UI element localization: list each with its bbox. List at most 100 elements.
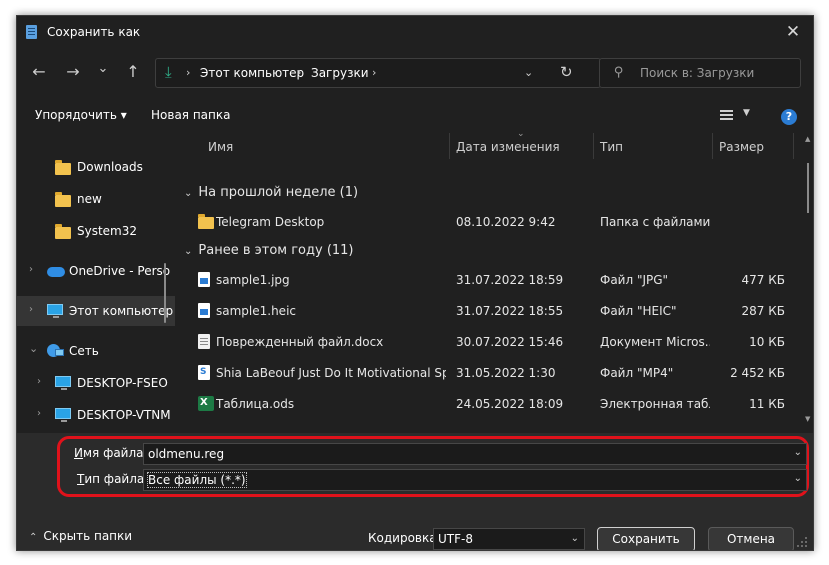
close-button[interactable]: ✕	[779, 19, 807, 45]
file-name: Поврежденный файл.docx	[216, 335, 384, 349]
filename-field[interactable]: oldmenu.reg ⌄	[143, 443, 807, 465]
save-as-dialog: Сохранить как ✕ ← → ⌄ ↑ ⤓ › Этот компьют…	[16, 15, 814, 551]
sidebar-item-downloads[interactable]: Downloads	[17, 152, 175, 182]
search-icon: ⚲	[614, 65, 624, 80]
filename-input[interactable]: oldmenu.reg	[148, 447, 224, 461]
expand-chevron-icon[interactable]: ›	[29, 304, 33, 315]
file-list: ⌄ Имя Дата изменения Тип Размер ⌄ На прош…	[178, 133, 813, 431]
file-size: 2 452 КБ	[730, 366, 785, 380]
save-button[interactable]: Сохранить	[597, 527, 695, 550]
save-panel: Имя файла: oldmenu.reg ⌄ Тип файла: Все …	[17, 433, 813, 550]
video-file-icon	[198, 365, 210, 380]
file-name: Таблица.ods	[216, 397, 295, 411]
organize-menu[interactable]: Упорядочить ▾	[35, 108, 127, 122]
up-button[interactable]: ↑	[121, 60, 145, 84]
file-size: 10 КБ	[749, 335, 785, 349]
back-button[interactable]: ←	[27, 60, 51, 84]
file-type: Папка с файлами	[600, 215, 710, 229]
filetype-value: Все файлы (*.*)	[147, 472, 247, 488]
new-folder-button[interactable]: Новая папка	[151, 108, 230, 122]
forward-button[interactable]: →	[61, 60, 85, 84]
file-row[interactable]: Таблица.ods 24.05.2022 18:09 Электронная…	[178, 388, 803, 418]
sidebar-item-desktop-vtnm[interactable]: › DESKTOP-VTNM	[17, 400, 175, 430]
breadcrumb-this-pc[interactable]: Этот компьютер	[200, 66, 304, 80]
address-bar[interactable]: ⤓ › Этот компьютер › Загрузки › ⌄ ↻	[155, 58, 601, 88]
filetype-select[interactable]: Все файлы (*.*) ⌄	[143, 469, 807, 491]
breadcrumb-separator: ›	[297, 66, 302, 79]
spreadsheet-file-icon	[198, 396, 214, 411]
file-name: Telegram Desktop	[216, 215, 325, 229]
file-type: Файл "HEIC"	[600, 304, 677, 318]
collapse-chevron-icon[interactable]: ⌄	[29, 342, 38, 355]
column-header-date[interactable]: Дата изменения	[449, 133, 594, 159]
filetype-label: Тип файла:	[77, 472, 149, 486]
file-row[interactable]: sample1.heic 31.07.2022 18:55 Файл "HEIC…	[178, 295, 803, 325]
scrollbar-thumb[interactable]	[807, 163, 809, 213]
column-header-size[interactable]: Размер	[712, 133, 794, 159]
group-header[interactable]: ⌄ Ранее в этом году (11)	[184, 243, 354, 258]
sidebar-scrollbar[interactable]	[164, 263, 166, 323]
search-input[interactable]: Поиск в: Загрузки	[640, 66, 754, 80]
hide-folders-button[interactable]: ⌃ Скрыть папки	[29, 529, 132, 543]
onedrive-icon	[47, 267, 65, 277]
image-file-icon	[198, 272, 210, 287]
expand-chevron-icon[interactable]: ›	[29, 264, 33, 275]
folder-icon	[55, 192, 71, 207]
sidebar-item-label: new	[77, 192, 102, 206]
sidebar-item-onedrive[interactable]: › OneDrive - Perso	[17, 256, 175, 286]
sidebar-item-new[interactable]: new	[17, 184, 175, 214]
command-bar: Упорядочить ▾ Новая папка ▼ ?	[17, 104, 813, 130]
recent-locations-button[interactable]: ⌄	[91, 57, 115, 81]
sidebar-item-label: Этот компьютер	[69, 304, 174, 318]
sidebar-item-this-pc[interactable]: › Этот компьютер	[17, 296, 175, 326]
view-options-icon[interactable]	[720, 110, 733, 122]
chevron-down-icon[interactable]: ⌄	[794, 473, 802, 484]
address-dropdown-icon[interactable]: ⌄	[524, 66, 533, 79]
dialog-title: Сохранить как	[47, 25, 141, 39]
sidebar-item-label: DESKTOP-FSEO	[77, 376, 168, 390]
chevron-down-icon[interactable]: ⌄	[571, 533, 579, 544]
file-type: Документ Micros...	[600, 335, 710, 349]
encoding-value: UTF-8	[438, 532, 473, 546]
column-header-name[interactable]: Имя	[201, 133, 450, 159]
file-date: 24.05.2022 18:09	[456, 397, 564, 411]
word-file-icon	[198, 334, 210, 349]
encoding-select[interactable]: UTF-8 ⌄	[433, 528, 585, 550]
resize-grip-icon[interactable]	[797, 537, 809, 549]
view-dropdown-icon[interactable]: ▼	[743, 108, 750, 118]
folder-icon	[55, 224, 71, 239]
title-bar: Сохранить как ✕	[17, 16, 813, 48]
file-date: 31.05.2022 1:30	[456, 366, 556, 380]
sidebar-item-network[interactable]: ⌄ Сеть	[17, 336, 175, 366]
file-row[interactable]: Telegram Desktop 08.10.2022 9:42 Папка с…	[178, 206, 803, 236]
refresh-icon[interactable]: ↻	[560, 63, 573, 81]
file-size: 477 КБ	[741, 273, 785, 287]
scroll-down-icon[interactable]: ▼	[805, 415, 810, 423]
file-list-scrollbar[interactable]: ▲ ▼	[803, 133, 813, 431]
sidebar-item-desktop-fseo[interactable]: › DESKTOP-FSEO	[17, 368, 175, 398]
file-name: sample1.jpg	[216, 273, 290, 287]
this-pc-icon	[47, 304, 63, 318]
file-date: 08.10.2022 9:42	[456, 215, 556, 229]
expand-chevron-icon[interactable]: ›	[37, 376, 41, 387]
sidebar-item-system32[interactable]: System32	[17, 216, 175, 246]
navigation-bar: ← → ⌄ ↑ ⤓ › Этот компьютер › Загрузки › …	[17, 54, 813, 90]
breadcrumb-downloads[interactable]: Загрузки	[311, 66, 369, 80]
search-box[interactable]: ⚲ Поиск в: Загрузки	[599, 58, 801, 88]
folder-icon	[55, 160, 71, 175]
help-icon[interactable]: ?	[781, 109, 797, 125]
file-row[interactable]: Shia LaBeouf Just Do It Motivational Spe…	[178, 357, 803, 387]
group-header[interactable]: ⌄ На прошлой неделе (1)	[184, 185, 358, 200]
cancel-button[interactable]: Отмена	[708, 527, 794, 550]
file-row[interactable]: sample1.jpg 31.07.2022 18:59 Файл "JPG" …	[178, 264, 803, 294]
chevron-down-icon[interactable]: ⌄	[794, 447, 802, 458]
group-header-label: На прошлой неделе (1)	[198, 185, 359, 200]
sidebar-item-label: Downloads	[77, 160, 143, 174]
expand-chevron-icon[interactable]: ›	[37, 408, 41, 419]
file-row[interactable]: Поврежденный файл.docx 30.07.2022 15:46 …	[178, 326, 803, 356]
chevron-up-icon: ⌃	[29, 532, 38, 543]
computer-icon	[55, 408, 71, 422]
scroll-up-icon[interactable]: ▲	[805, 135, 810, 143]
encoding-label: Кодировка:	[368, 531, 441, 545]
column-header-type[interactable]: Тип	[593, 133, 713, 159]
